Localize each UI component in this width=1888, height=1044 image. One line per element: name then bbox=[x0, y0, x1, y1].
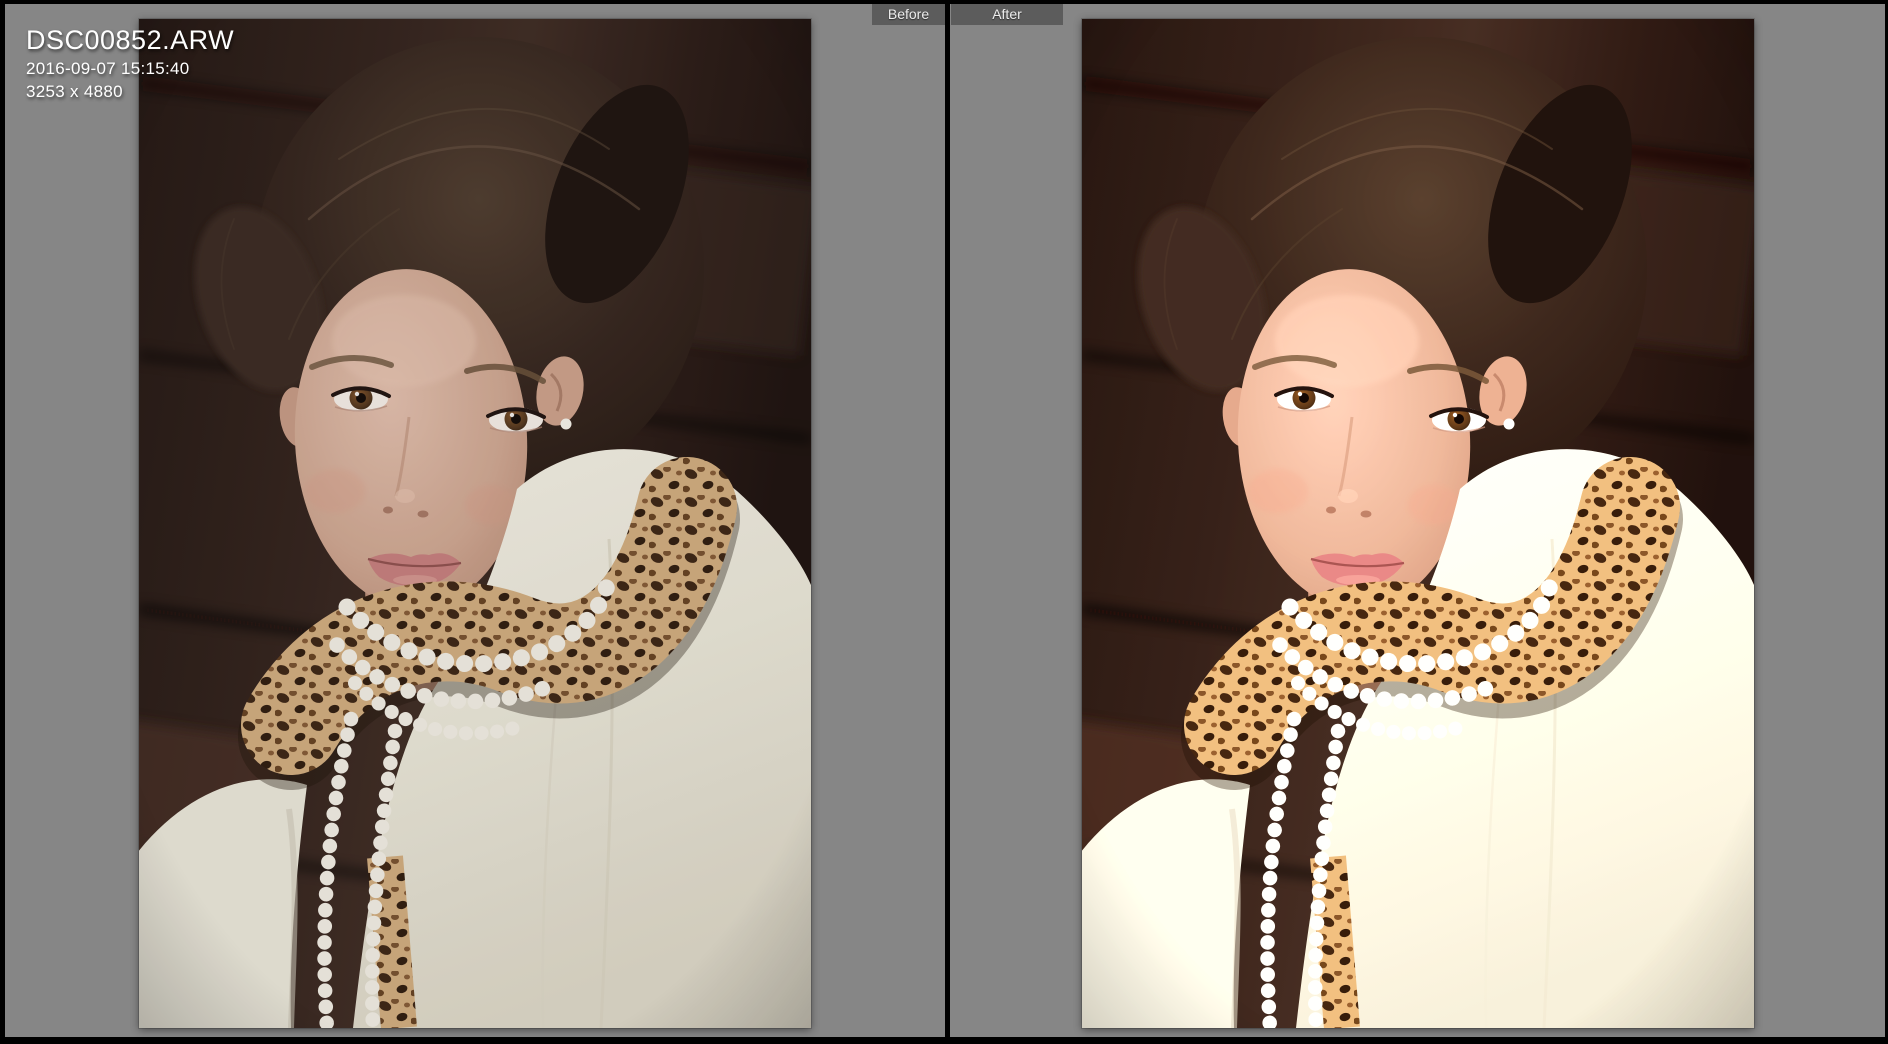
after-tab[interactable]: After bbox=[951, 4, 1063, 25]
compare-window: DSC00852.ARW 2016-09-07 15:15:40 3253 x … bbox=[0, 0, 1888, 1044]
before-pane: DSC00852.ARW 2016-09-07 15:15:40 3253 x … bbox=[5, 4, 945, 1037]
before-after-compare-view: DSC00852.ARW 2016-09-07 15:15:40 3253 x … bbox=[5, 4, 1885, 1037]
before-portrait-image bbox=[139, 19, 811, 1028]
before-tab[interactable]: Before bbox=[872, 4, 945, 25]
after-photo[interactable] bbox=[1081, 18, 1755, 1029]
after-pane: After bbox=[950, 4, 1885, 1037]
after-portrait-image bbox=[1082, 19, 1754, 1028]
before-photo[interactable] bbox=[138, 18, 812, 1029]
